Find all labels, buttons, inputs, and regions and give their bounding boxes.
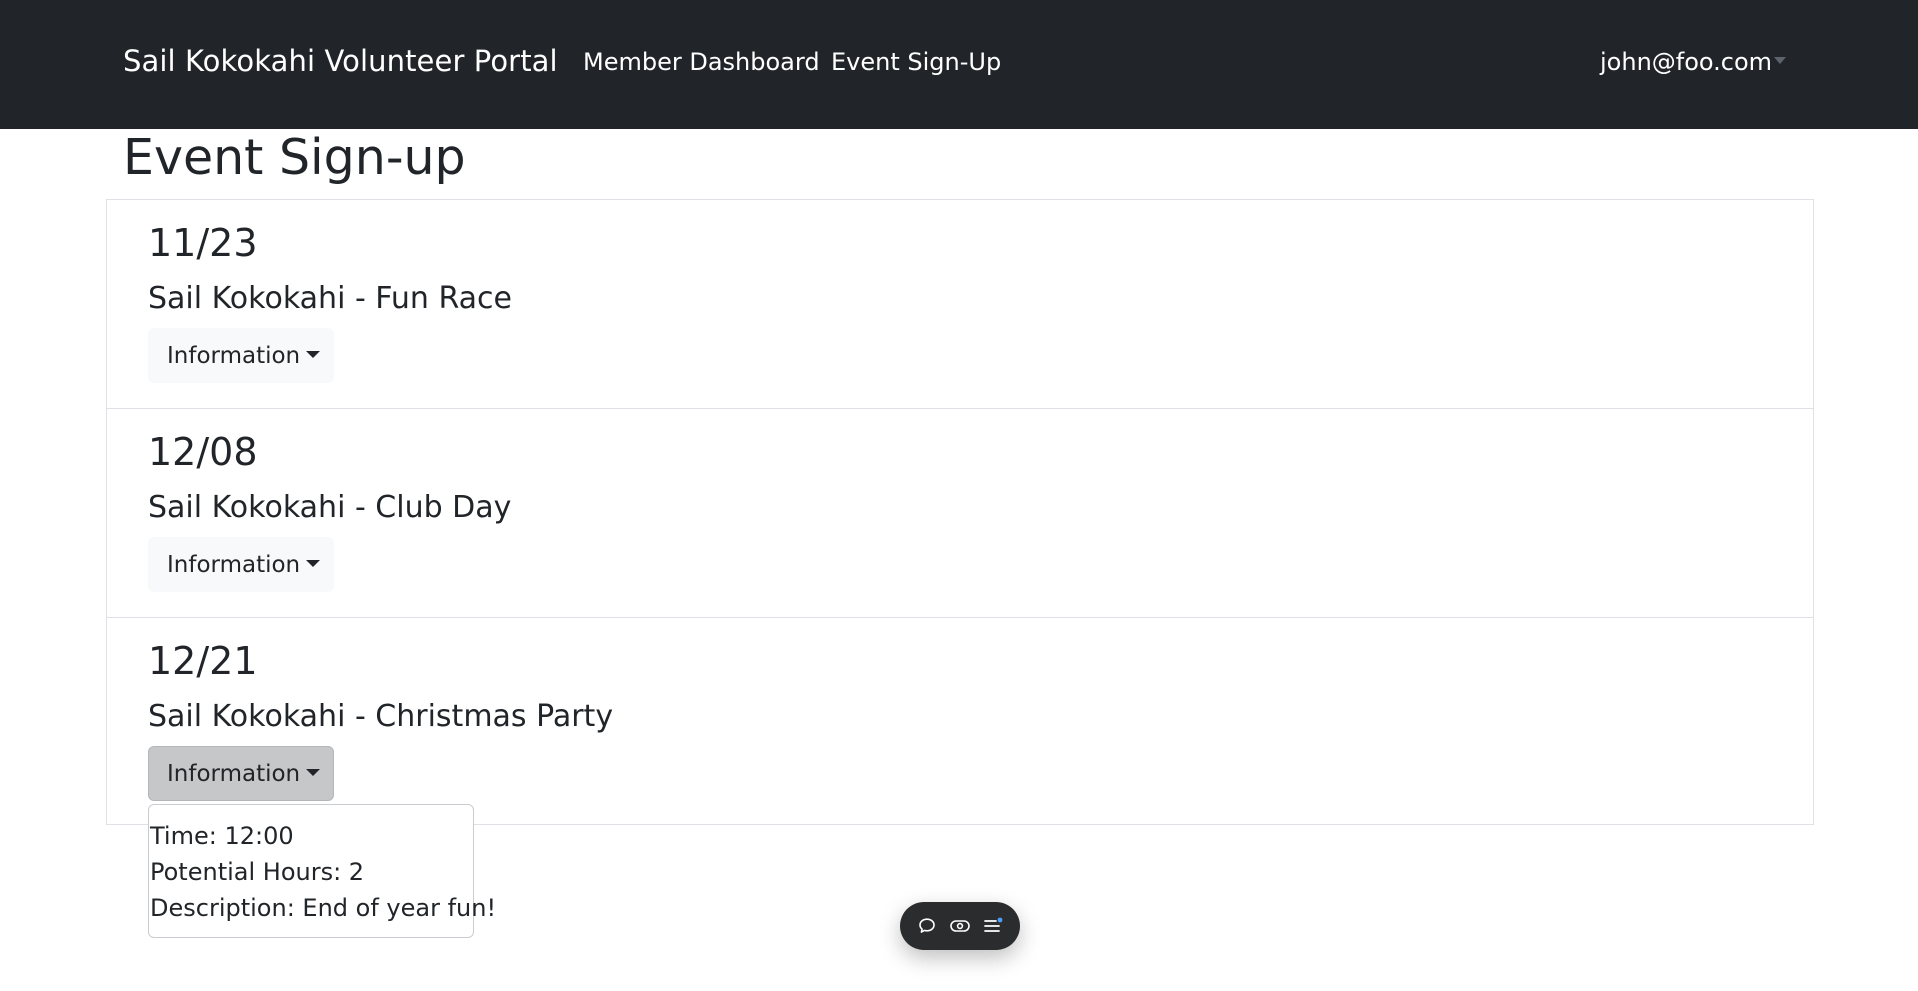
information-dropdown-button-open[interactable]: Information (148, 746, 334, 801)
nav-member-dashboard[interactable]: Member Dashboard (583, 48, 820, 76)
information-dropdown-button[interactable]: Information (148, 537, 334, 592)
event-name: Sail Kokokahi - Club Day (148, 490, 512, 525)
brand-link[interactable]: Sail Kokokahi Volunteer Portal (123, 44, 558, 78)
information-button-label: Information (167, 760, 301, 787)
menu-icon[interactable] (981, 914, 1005, 938)
event-time: Time: 12:00 (150, 822, 294, 850)
floating-toolbar (900, 902, 1020, 950)
eye-icon[interactable] (948, 914, 972, 938)
event-name: Sail Kokokahi - Christmas Party (148, 699, 614, 734)
event-potential-hours: Potential Hours: 2 (150, 858, 365, 886)
event-card: 11/23 Sail Kokokahi - Fun Race Informati… (107, 200, 1813, 408)
event-card: 12/21 Sail Kokokahi - Christmas Party In… (107, 617, 1813, 826)
user-email: john@foo.com (1600, 48, 1773, 76)
event-date: 12/08 (148, 430, 258, 474)
chevron-down-icon (1774, 56, 1787, 64)
user-menu-toggle[interactable]: john@foo.com (1600, 48, 1787, 76)
caret-down-icon (306, 560, 321, 567)
caret-down-icon (306, 769, 321, 776)
information-dropdown-menu: Time: 12:00 Potential Hours: 2 Descripti… (148, 804, 497, 938)
information-dropdown-button[interactable]: Information (148, 328, 334, 383)
top-navbar: Sail Kokokahi Volunteer Portal Member Da… (0, 0, 1918, 129)
event-date: 12/21 (148, 639, 258, 683)
nav-event-signup[interactable]: Event Sign-Up (831, 48, 1001, 76)
event-name: Sail Kokokahi - Fun Race (148, 281, 512, 316)
information-button-label: Information (167, 551, 301, 578)
comment-icon[interactable] (915, 914, 939, 938)
event-description: Description: End of year fun! (150, 894, 497, 922)
page-title: Event Sign-up (123, 129, 466, 186)
event-card: 12/08 Sail Kokokahi - Club Day Informati… (107, 408, 1813, 617)
caret-down-icon (306, 351, 321, 358)
event-list: 11/23 Sail Kokokahi - Fun Race Informati… (106, 199, 1814, 825)
information-button-label: Information (167, 342, 301, 369)
event-date: 11/23 (148, 221, 258, 265)
